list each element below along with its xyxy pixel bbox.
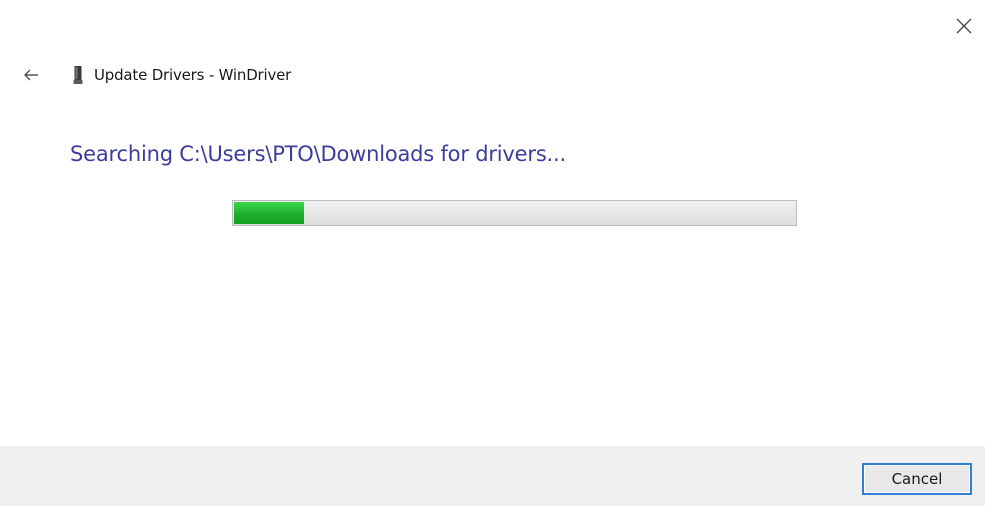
cancel-button[interactable]: Cancel [862, 463, 972, 495]
dialog-header: Update Drivers - WinDriver [22, 63, 291, 87]
device-icon [73, 65, 83, 85]
update-drivers-dialog: Update Drivers - WinDriver Searching C:\… [0, 0, 985, 506]
search-status-text: Searching C:\Users\PTO\Downloads for dri… [70, 142, 566, 166]
close-button[interactable] [951, 14, 977, 38]
progress-fill [234, 202, 304, 224]
window-title: Update Drivers - WinDriver [94, 66, 292, 84]
dialog-footer [0, 446, 985, 506]
back-arrow-icon [24, 69, 38, 81]
search-progress-bar [232, 200, 797, 226]
back-button[interactable] [22, 66, 40, 84]
close-icon [956, 18, 972, 34]
